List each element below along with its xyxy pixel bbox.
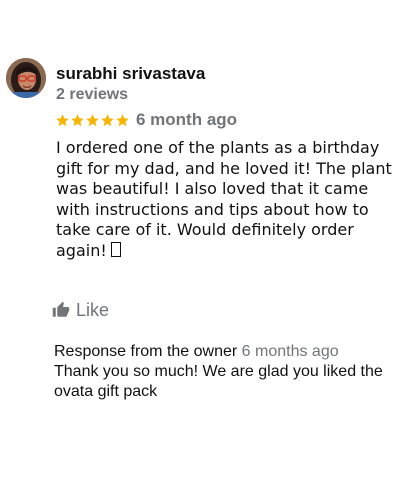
star-icon [115, 113, 130, 128]
star-icon [85, 113, 100, 128]
review-body: I ordered one of the plants as a birthda… [56, 138, 392, 260]
star-rating [55, 110, 130, 130]
like-button[interactable]: Like [52, 298, 109, 322]
star-icon [70, 113, 85, 128]
avatar-photo [6, 58, 46, 98]
thumbs-up-icon [52, 301, 70, 319]
owner-response-header: Response from the owner 6 months ago [54, 342, 394, 362]
review-count[interactable]: 2 reviews [56, 86, 128, 104]
owner-response-label: Response from the owner [54, 343, 238, 360]
owner-response: Response from the owner 6 months ago Tha… [54, 342, 394, 402]
review-text: I ordered one of the plants as a birthda… [56, 138, 392, 261]
reviewer-name[interactable]: surabhi srivastava [56, 64, 205, 84]
star-icon [100, 113, 115, 128]
like-label: Like [76, 299, 110, 320]
owner-response-date: 6 months ago [241, 343, 339, 360]
rating-row: 6 month ago [55, 110, 237, 130]
avatar[interactable] [6, 58, 46, 98]
owner-response-text: Thank you so much! We are glad you liked… [54, 363, 383, 400]
review-card: surabhi srivastava 2 reviews 6 month ago… [0, 0, 400, 500]
unrendered-emoji-icon [110, 241, 121, 257]
star-icon [55, 113, 70, 128]
review-date: 6 month ago [136, 110, 238, 129]
